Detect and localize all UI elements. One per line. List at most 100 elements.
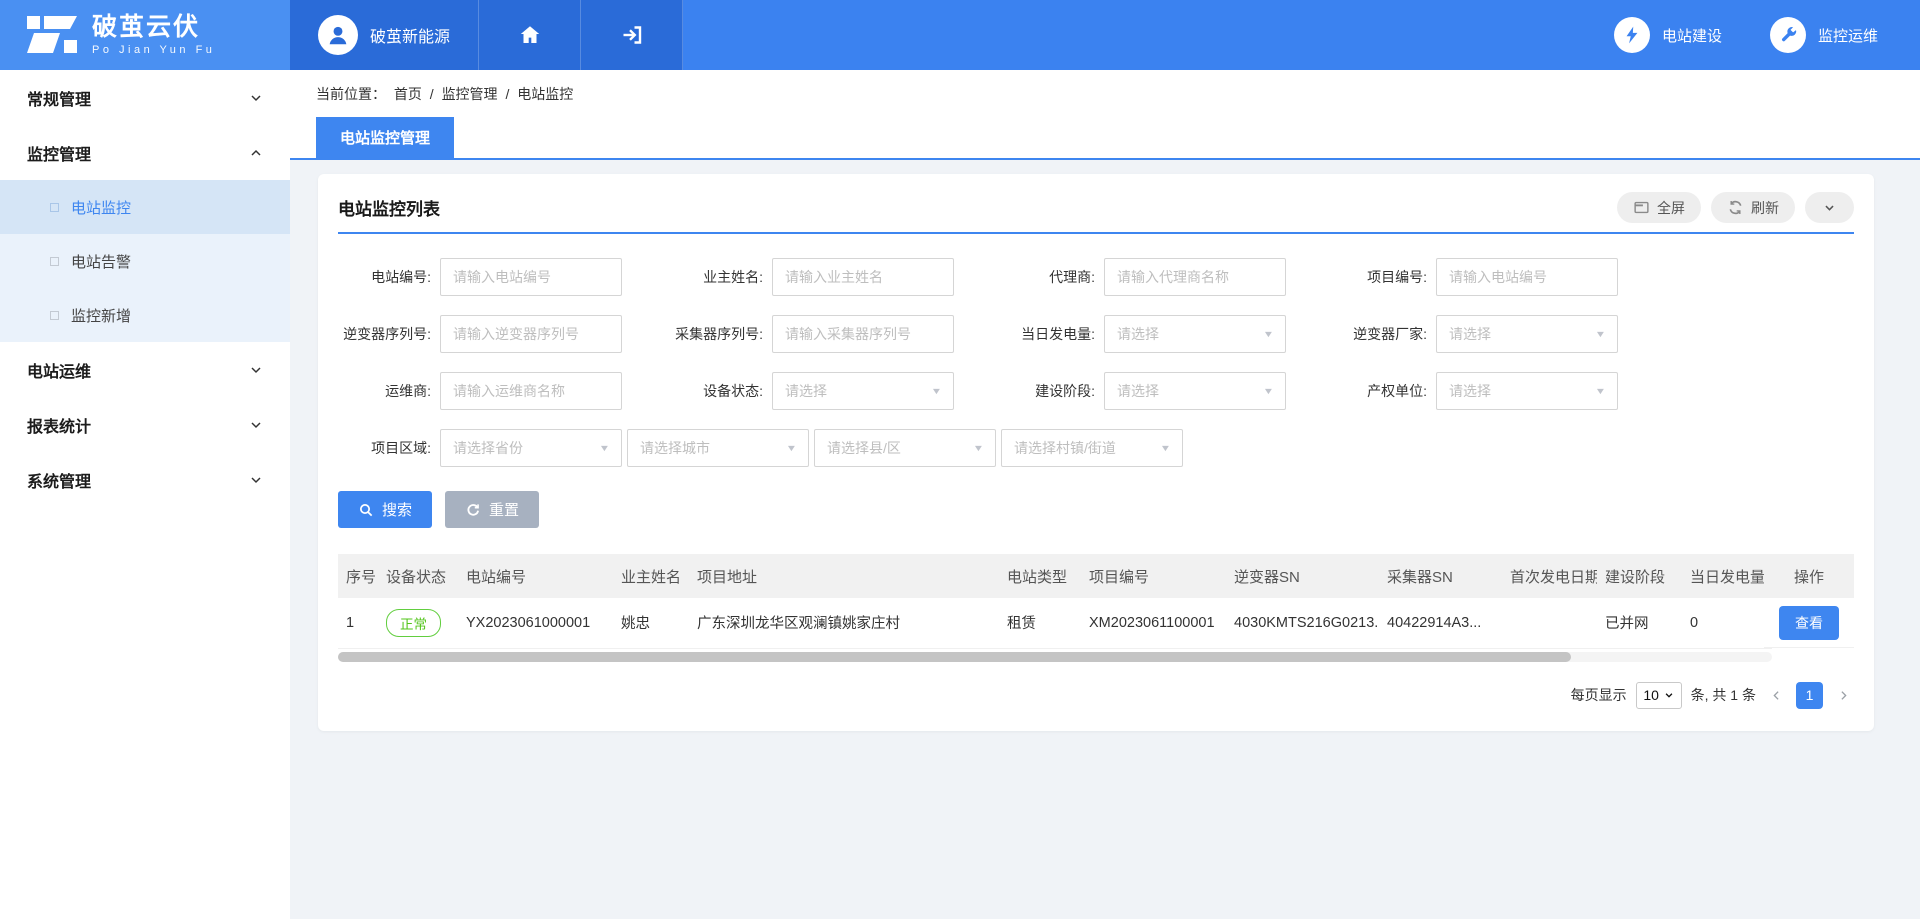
view-button[interactable]: 查看 bbox=[1779, 606, 1839, 640]
sidebar-group-monitoring[interactable]: 监控管理 bbox=[0, 125, 290, 180]
horizontal-scrollbar-track[interactable] bbox=[338, 652, 1772, 662]
daily-power-select[interactable]: 请选择 ▼ bbox=[1104, 315, 1286, 353]
chevron-left-icon bbox=[1770, 689, 1783, 702]
sidebar-submenu: 电站监控 电站告警 监控新增 bbox=[0, 180, 290, 342]
sidebar-group-general[interactable]: 常规管理 bbox=[0, 70, 290, 125]
col-station-no: 电站编号 bbox=[458, 554, 613, 598]
breadcrumb-item-monitoring[interactable]: 监控管理 bbox=[442, 86, 498, 102]
daily-power-field: 当日发电量: 请选择 ▼ bbox=[1000, 315, 1332, 353]
sidebar-group-report-stats[interactable]: 报表统计 bbox=[0, 397, 290, 452]
collector-sn-field: 采集器序列号: bbox=[668, 315, 1000, 353]
sidebar-item-monitor-add[interactable]: 监控新增 bbox=[0, 288, 290, 342]
home-button[interactable] bbox=[479, 0, 581, 70]
ops-vendor-input[interactable] bbox=[440, 372, 622, 410]
table-row[interactable]: 1 正常 YX2023061000001 姚忠 广东深圳龙华区观澜镇姚家庄村 租… bbox=[338, 598, 1772, 648]
reset-button[interactable]: 重置 bbox=[445, 491, 539, 528]
operation-column: 操作 查看 bbox=[1764, 554, 1854, 648]
cell-station-no: YX2023061000001 bbox=[458, 598, 613, 648]
project-no-input[interactable] bbox=[1436, 258, 1618, 296]
caret-down-icon: ▼ bbox=[1263, 329, 1275, 339]
select-placeholder: 请选择 bbox=[1117, 324, 1159, 344]
col-project-no: 项目编号 bbox=[1081, 554, 1226, 598]
inverter-vendor-select[interactable]: 请选择 ▼ bbox=[1436, 315, 1618, 353]
agent-input[interactable] bbox=[1104, 258, 1286, 296]
per-page-select[interactable]: 10 bbox=[1636, 682, 1682, 709]
inverter-vendor-field: 逆变器厂家: 请选择 ▼ bbox=[1332, 315, 1664, 353]
city-select[interactable]: 请选择城市 ▼ bbox=[627, 429, 809, 467]
reset-icon bbox=[465, 502, 481, 518]
station-no-input[interactable] bbox=[440, 258, 622, 296]
filter-row: 逆变器序列号: 采集器序列号: 当日发电量: 请选择 ▼ 逆变器厂家: bbox=[336, 315, 1854, 353]
reset-label: 重置 bbox=[489, 499, 519, 520]
search-button[interactable]: 搜索 bbox=[338, 491, 432, 528]
refresh-button[interactable]: 刷新 bbox=[1711, 192, 1795, 223]
fullscreen-label: 全屏 bbox=[1657, 198, 1685, 218]
inverter-sn-input[interactable] bbox=[440, 315, 622, 353]
sidebar-group-label: 电站运维 bbox=[27, 358, 91, 382]
quick-link-monitor-ops[interactable]: 监控运维 bbox=[1770, 17, 1878, 53]
col-inverter-sn: 逆变器SN bbox=[1226, 554, 1379, 598]
chevron-up-icon bbox=[248, 145, 264, 161]
project-no-field: 项目编号: bbox=[1332, 258, 1664, 296]
caret-down-icon: ▼ bbox=[1160, 443, 1172, 453]
page-number-button[interactable]: 1 bbox=[1796, 682, 1823, 709]
fullscreen-button[interactable]: 全屏 bbox=[1617, 192, 1701, 223]
inverter-sn-field: 逆变器序列号: bbox=[336, 315, 668, 353]
owner-name-input[interactable] bbox=[772, 258, 954, 296]
col-address: 项目地址 bbox=[689, 554, 999, 598]
tab-station-monitor-management[interactable]: 电站监控管理 bbox=[316, 117, 454, 158]
breadcrumb-item-home[interactable]: 首页 bbox=[394, 86, 422, 102]
field-label: 产权单位: bbox=[1332, 381, 1436, 401]
quick-link-station-build[interactable]: 电站建设 bbox=[1614, 17, 1722, 53]
chevron-down-icon bbox=[248, 90, 264, 106]
select-placeholder: 请选择城市 bbox=[640, 438, 710, 458]
next-page-button[interactable] bbox=[1832, 682, 1854, 708]
select-placeholder: 请选择省份 bbox=[453, 438, 523, 458]
col-device-status: 设备状态 bbox=[378, 554, 458, 598]
property-unit-select[interactable]: 请选择 ▼ bbox=[1436, 372, 1618, 410]
cell-first-power-date bbox=[1502, 598, 1597, 648]
sidebar-item-station-alarm[interactable]: 电站告警 bbox=[0, 234, 290, 288]
chevron-down-icon bbox=[1821, 199, 1838, 216]
caret-down-icon bbox=[1664, 690, 1674, 700]
device-status-select[interactable]: 请选择 ▼ bbox=[772, 372, 954, 410]
agent-field: 代理商: bbox=[1000, 258, 1332, 296]
user-menu[interactable]: 破茧新能源 bbox=[290, 0, 479, 70]
select-placeholder: 请选择 bbox=[785, 381, 827, 401]
home-icon bbox=[518, 23, 542, 47]
horizontal-scrollbar-thumb[interactable] bbox=[338, 652, 1571, 662]
logout-button[interactable] bbox=[581, 0, 683, 70]
search-icon bbox=[358, 502, 374, 518]
table-zone: 序号 设备状态 电站编号 业主姓名 项目地址 电站类型 项目编号 逆变器SN 采… bbox=[318, 554, 1874, 662]
brand: 破茧云伏 Po Jian Yun Fu bbox=[0, 0, 290, 70]
collector-sn-input[interactable] bbox=[772, 315, 954, 353]
col-daily-power: 当日发电量 bbox=[1682, 554, 1772, 598]
build-stage-select[interactable]: 请选择 ▼ bbox=[1104, 372, 1286, 410]
sidebar-item-station-monitor[interactable]: 电站监控 bbox=[0, 180, 290, 234]
breadcrumb-separator: / bbox=[505, 86, 509, 102]
wrench-icon bbox=[1770, 17, 1806, 53]
select-placeholder: 请选择 bbox=[1449, 324, 1491, 344]
prev-page-button[interactable] bbox=[1765, 682, 1787, 708]
sidebar-group-station-ops[interactable]: 电站运维 bbox=[0, 342, 290, 397]
caret-down-icon: ▼ bbox=[1595, 386, 1607, 396]
sidebar-group-system[interactable]: 系统管理 bbox=[0, 452, 290, 507]
sidebar-item-label: 电站监控 bbox=[71, 197, 131, 218]
province-select[interactable]: 请选择省份 ▼ bbox=[440, 429, 622, 467]
cell-collector-sn: 40422914A3... bbox=[1379, 598, 1502, 648]
cell-project-no: XM2023061100001 bbox=[1081, 598, 1226, 648]
breadcrumb-item-station-monitor[interactable]: 电站监控 bbox=[517, 86, 573, 102]
filter-actions: 搜索 重置 bbox=[336, 491, 1854, 528]
select-placeholder: 请选择 bbox=[1449, 381, 1491, 401]
project-region-field: 项目区域: 请选择省份 ▼ 请选择城市 ▼ 请选择县/区 ▼ 请选择村镇/街道 … bbox=[336, 429, 1854, 467]
town-select[interactable]: 请选择村镇/街道 ▼ bbox=[1001, 429, 1183, 467]
field-label: 项目区域: bbox=[336, 438, 440, 458]
search-label: 搜索 bbox=[382, 499, 412, 520]
collapse-button[interactable] bbox=[1805, 192, 1854, 223]
county-select[interactable]: 请选择县/区 ▼ bbox=[814, 429, 996, 467]
cell-device-status: 正常 bbox=[378, 598, 458, 648]
select-placeholder: 请选择 bbox=[1117, 381, 1159, 401]
tab-row: 电站监控管理 bbox=[316, 117, 1920, 158]
caret-down-icon: ▼ bbox=[1595, 329, 1607, 339]
square-icon bbox=[50, 257, 59, 266]
